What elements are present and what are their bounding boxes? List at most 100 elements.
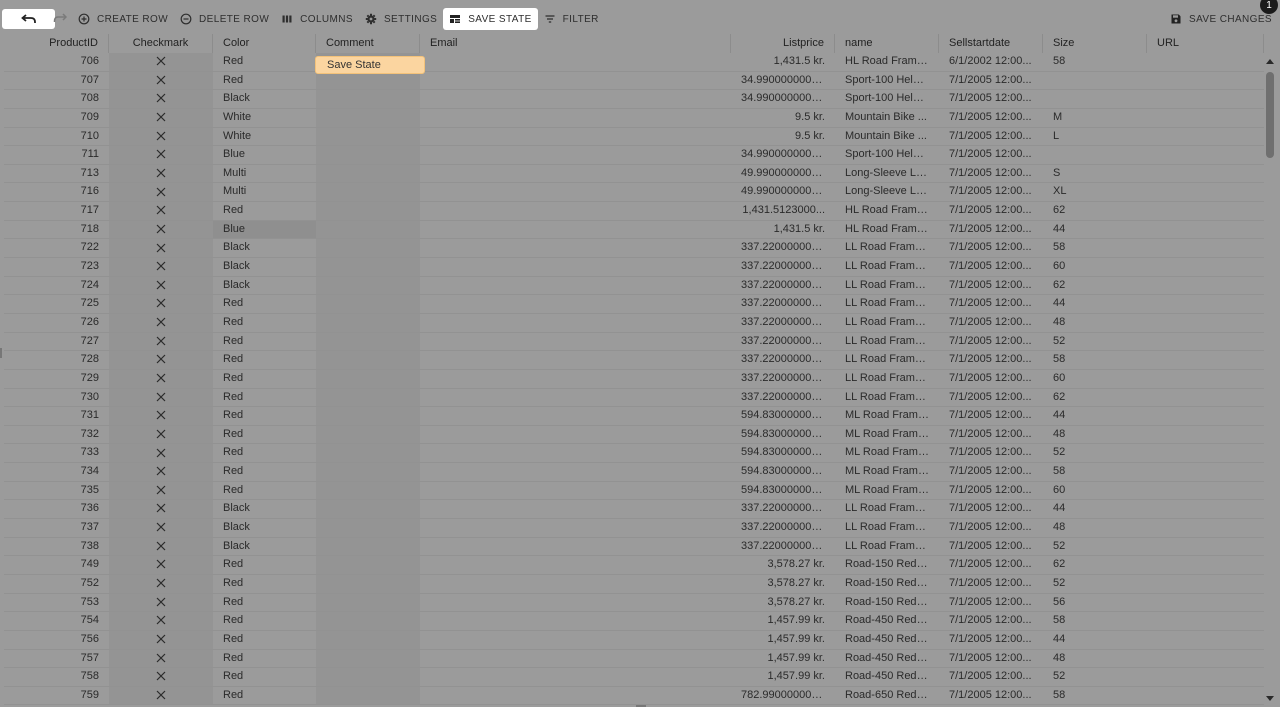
cell-listprice[interactable]: 594.830000000... [731,463,835,481]
cell-name[interactable]: HL Road Frame ... [835,53,939,71]
cell-size[interactable]: 58 [1043,687,1147,705]
cell-checkmark[interactable] [109,369,213,388]
table-row[interactable]: 727 Red 337.220000000... LL Road Frame ... 7… [4,332,1264,352]
cell-comment[interactable] [316,686,420,705]
cell-productid[interactable]: 729 [4,370,109,388]
cell-checkmark[interactable] [109,295,213,313]
cell-name[interactable]: ML Road Frame... [835,444,939,462]
cell-productid[interactable]: 731 [4,407,109,425]
table-row[interactable]: 757 Red 1,457.99 kr. Road-450 Red, 48 7/1/20… [4,649,1264,669]
cell-size[interactable]: 52 [1043,538,1147,556]
cell-comment[interactable] [316,108,420,127]
cell-color[interactable]: Red [213,556,316,574]
cell-comment[interactable] [316,351,420,369]
cell-email[interactable] [420,146,731,164]
cell-email[interactable] [420,594,731,612]
cell-color[interactable]: Blue [213,220,316,239]
cell-checkmark[interactable] [109,425,213,444]
cell-listprice[interactable]: 337.220000000... [731,500,835,518]
cell-size[interactable]: 44 [1043,500,1147,518]
cell-listprice[interactable]: 337.220000000... [731,370,835,388]
cell-url[interactable] [1147,426,1264,444]
cell-name[interactable]: HL Road Frame ... [835,202,939,220]
cell-productid[interactable]: 727 [4,333,109,351]
table-row[interactable]: 754 Red 1,457.99 kr. Road-450 Red, 58 7/1/20… [4,612,1264,631]
cell-comment[interactable] [316,202,420,220]
cell-checkmark[interactable] [109,407,213,425]
column-header-productid[interactable]: ProductID [4,34,109,53]
cell-email[interactable] [420,407,731,425]
table-row[interactable]: 713 Multi 49.9900000000... Long-Sleeve Lo..… [4,164,1264,184]
cell-sellstartdate[interactable]: 7/1/2005 12:00... [939,258,1043,276]
cell-url[interactable] [1147,463,1264,481]
cell-sellstartdate[interactable]: 7/1/2005 12:00... [939,221,1043,239]
cell-productid[interactable]: 706 [4,53,109,71]
cell-listprice[interactable]: 337.220000000... [731,314,835,332]
cell-size[interactable]: 62 [1043,389,1147,407]
cell-productid[interactable]: 732 [4,426,109,444]
cell-productid[interactable]: 708 [4,90,109,108]
cell-listprice[interactable]: 1,457.99 kr. [731,668,835,686]
cell-color[interactable]: Red [213,389,316,407]
cell-size[interactable]: 62 [1043,202,1147,220]
cell-color[interactable]: Red [213,575,316,593]
cell-name[interactable]: LL Road Frame ... [835,277,939,295]
cell-name[interactable]: ML Road Frame... [835,463,939,481]
column-header-checkmark[interactable]: Checkmark [109,34,213,53]
cell-checkmark[interactable] [109,500,213,519]
cell-sellstartdate[interactable]: 7/1/2005 12:00... [939,538,1043,556]
cell-checkmark[interactable] [109,668,213,686]
cell-sellstartdate[interactable]: 7/1/2005 12:00... [939,202,1043,220]
cell-checkmark[interactable] [109,90,213,108]
cell-name[interactable]: Road-450 Red, 52 [835,668,939,686]
cell-checkmark[interactable] [109,519,213,537]
cell-email[interactable] [420,183,731,201]
cell-comment[interactable] [316,556,420,574]
cell-productid[interactable]: 707 [4,72,109,90]
cell-comment[interactable] [316,481,420,500]
cell-name[interactable]: LL Road Frame ... [835,239,939,257]
cell-name[interactable]: HL Road Frame ... [835,221,939,239]
cell-name[interactable]: LL Road Frame ... [835,258,939,276]
cell-email[interactable] [420,239,731,257]
cell-listprice[interactable]: 337.220000000... [731,389,835,407]
cell-url[interactable] [1147,165,1264,183]
cell-sellstartdate[interactable]: 7/1/2005 12:00... [939,631,1043,649]
cell-size[interactable]: M [1043,109,1147,127]
cell-checkmark[interactable] [109,276,213,295]
cell-listprice[interactable]: 49.9900000000... [731,165,835,183]
cell-listprice[interactable]: 337.220000000... [731,239,835,257]
cell-color[interactable]: Red [213,482,316,500]
cell-size[interactable]: 44 [1043,295,1147,313]
cell-sellstartdate[interactable]: 7/1/2005 12:00... [939,72,1043,90]
cell-listprice[interactable]: 337.220000000... [731,333,835,351]
cell-checkmark[interactable] [109,108,213,127]
cell-url[interactable] [1147,72,1264,90]
cell-comment[interactable] [316,164,420,183]
cell-color[interactable]: Multi [213,183,316,201]
cell-sellstartdate[interactable]: 7/1/2005 12:00... [939,90,1043,108]
cell-color[interactable]: Red [213,72,316,90]
cell-checkmark[interactable] [109,444,213,463]
cell-productid[interactable]: 735 [4,482,109,500]
cell-comment[interactable] [316,388,420,407]
cell-url[interactable] [1147,612,1264,630]
cell-checkmark[interactable] [109,593,213,612]
cell-comment[interactable] [316,500,420,519]
cell-color[interactable]: Red [213,631,316,649]
cell-sellstartdate[interactable]: 7/1/2005 12:00... [939,668,1043,686]
cell-productid[interactable]: 737 [4,519,109,537]
cell-size[interactable]: 48 [1043,314,1147,332]
cell-url[interactable] [1147,370,1264,388]
cell-checkmark[interactable] [109,313,213,332]
cell-listprice[interactable]: 782.990000000... [731,687,835,705]
cell-color[interactable]: White [213,128,316,146]
cell-checkmark[interactable] [109,71,213,90]
cell-color[interactable]: Red [213,314,316,332]
cell-checkmark[interactable] [109,630,213,649]
cell-listprice[interactable]: 337.220000000... [731,538,835,556]
cell-name[interactable]: LL Road Frame ... [835,389,939,407]
cell-listprice[interactable]: 1,457.99 kr. [731,612,835,630]
cell-email[interactable] [420,668,731,686]
column-header-color[interactable]: Color [213,34,316,53]
